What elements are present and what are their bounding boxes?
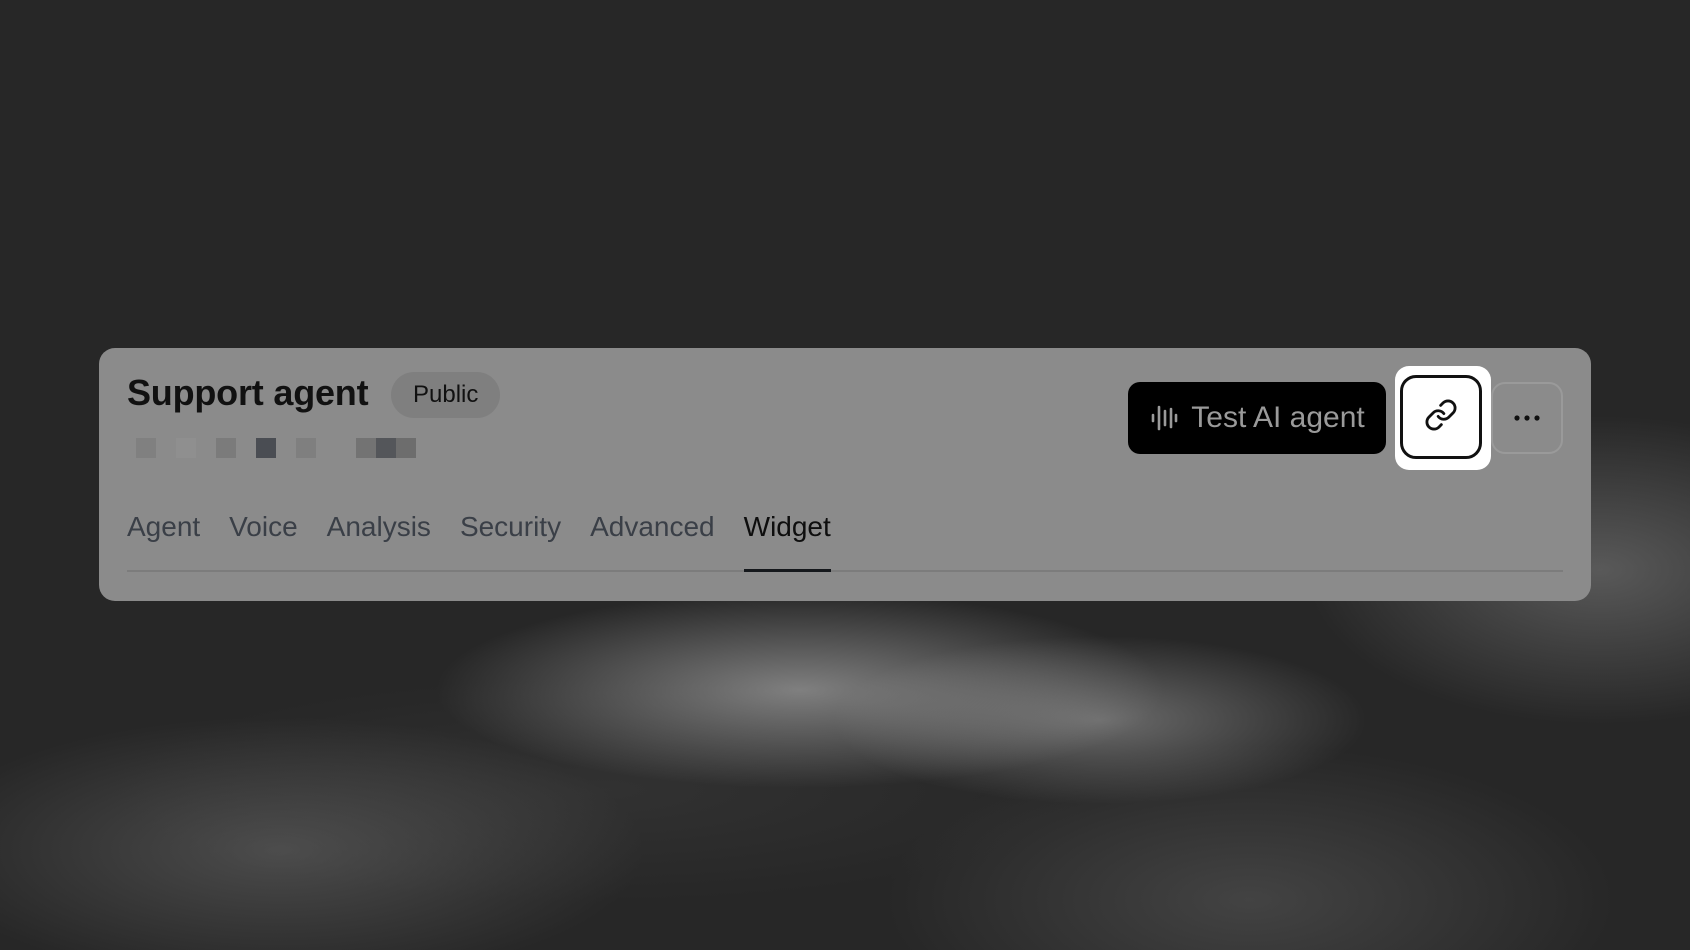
copy-link-button[interactable] [1400, 375, 1482, 459]
tab-security[interactable]: Security [460, 511, 561, 570]
tab-advanced[interactable]: Advanced [590, 511, 715, 570]
tab-voice[interactable]: Voice [229, 511, 298, 570]
copy-link-highlight [1395, 366, 1491, 470]
tab-widget[interactable]: Widget [743, 511, 831, 572]
tab-agent[interactable]: Agent [127, 511, 200, 570]
more-horizontal-icon [1513, 409, 1541, 427]
audio-wave-icon [1149, 403, 1179, 433]
test-ai-agent-button[interactable]: Test AI agent [1128, 382, 1386, 454]
tab-analysis[interactable]: Analysis [327, 511, 431, 570]
header-actions: Test AI agent [99, 366, 1563, 470]
more-options-button[interactable] [1491, 382, 1563, 454]
agent-header-panel: Support agent Public Test AI agent Agent… [99, 348, 1591, 601]
test-ai-agent-label: Test AI agent [1191, 401, 1365, 434]
tab-bar: Agent Voice Analysis Security Advanced W… [127, 511, 1563, 572]
link-icon [1424, 398, 1458, 437]
